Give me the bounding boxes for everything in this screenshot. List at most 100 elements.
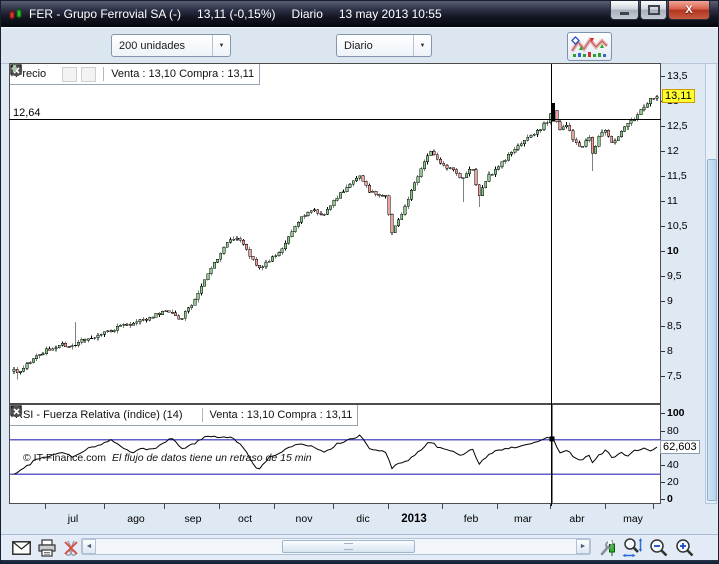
time-axis-tick [219, 504, 220, 509]
window-title: FER - Grupo Ferrovial SA (-) 13,11 (-0,1… [29, 1, 458, 27]
scroll-left-icon[interactable]: ◄ [82, 539, 96, 554]
rsi-panel-title: RSI - Fuerza Relativa (índice) (14) [15, 409, 183, 421]
vertical-scrollbar-thumb[interactable] [707, 159, 717, 501]
chevron-down-icon[interactable]: ▼ [212, 35, 230, 56]
minimize-button[interactable] [610, 1, 639, 20]
month-label: oct [238, 513, 252, 525]
rsi-axis-tick-label: 40 [661, 459, 679, 471]
crosshair-vertical-line [551, 64, 552, 506]
price-axis-tick-label: 11,5 [661, 170, 687, 182]
price-axis[interactable]: 13,51312,51211,51110,5109,598,587,5 [661, 63, 705, 404]
scissors-disabled-icon [62, 539, 80, 557]
rsi-axis-tick-label: 100 [661, 407, 685, 419]
rsi-current-value: 62,603 [660, 440, 700, 454]
rsi-axis-tick-label: 20 [661, 476, 679, 488]
candlestick-chart [10, 64, 660, 403]
maximize-icon [648, 5, 660, 15]
price-axis-tick-label: 11 [661, 195, 678, 207]
window-bottom-frame [1, 560, 719, 564]
units-dropdown[interactable]: 200 unidades ▼ [111, 34, 231, 57]
maximize-button[interactable] [640, 1, 667, 20]
time-axis[interactable]: jul ago sep oct nov dic 2013 feb mar abr may [9, 504, 717, 532]
time-axis-tick [388, 504, 389, 509]
month-label: may [623, 513, 643, 525]
zoom-in-icon [675, 538, 695, 558]
price-axis-tick-label: 10 [661, 245, 679, 257]
month-label: ago [127, 513, 145, 525]
bid-ask-quote: Venta : 13,10 Compra : 13,11 [210, 409, 353, 421]
month-label: dic [356, 513, 369, 525]
title-datetime: 13 may 2013 10:55 [339, 7, 442, 21]
scrollbar-grip [344, 543, 353, 550]
time-axis-tick [605, 504, 606, 509]
price-axis-tick-label: 8 [661, 345, 673, 357]
app-window: FER - Grupo Ferrovial SA (-) 13,11 (-0,1… [0, 0, 719, 564]
month-label: jul [68, 513, 79, 525]
month-label: sep [185, 513, 202, 525]
title-period: Diario [292, 7, 323, 21]
zoom-in-button[interactable] [673, 537, 697, 558]
zoom-fit-icon [622, 537, 644, 558]
period-dropdown[interactable]: Diario ▼ [336, 34, 432, 57]
adjust-chart-button[interactable] [597, 537, 621, 558]
month-label: abr [569, 513, 584, 525]
scroll-right-icon[interactable]: ► [576, 539, 590, 554]
rsi-axis[interactable]: 1008040200 [661, 404, 705, 504]
month-label: mar [514, 513, 532, 525]
move-pane-up-icon[interactable] [81, 67, 96, 82]
title-bar[interactable]: FER - Grupo Ferrovial SA (-) 13,11 (-0,1… [1, 1, 719, 27]
zoom-fit-button[interactable] [621, 537, 645, 558]
price-axis-tick-label: 8,5 [661, 320, 682, 332]
printer-icon [37, 539, 57, 557]
close-icon: X [685, 4, 692, 16]
price-chart-panel[interactable]: Precio Venta : 13,10 Compra : 13,11 © IT… [9, 63, 661, 404]
price-axis-tick-label: 12 [661, 145, 679, 157]
zoom-out-icon [649, 538, 669, 558]
copyright-notice: © IT-Finance.comEl flujo de datos tiene … [23, 452, 312, 464]
bid-ask-quote: Venta : 13,10 Compra : 13,11 [111, 68, 254, 80]
price-axis-tick-label: 7,5 [661, 370, 682, 382]
price-axis-tick-label: 12,5 [661, 120, 687, 132]
move-pane-down-icon[interactable] [62, 67, 77, 82]
header-separator [103, 67, 104, 81]
print-button[interactable] [35, 537, 59, 558]
time-axis-tick [274, 504, 275, 509]
horizontal-scrollbar-thumb[interactable] [282, 540, 415, 553]
crosshair-price-label: 12,64 [13, 107, 41, 119]
last-price-tag: 13,11 [662, 89, 695, 103]
units-dropdown-value: 200 unidades [112, 40, 212, 52]
price-panel-header: Precio Venta : 13,10 Compra : 13,11 [10, 64, 260, 85]
rsi-axis-tick-label: 80 [661, 425, 679, 437]
chevron-down-icon[interactable]: ▼ [413, 35, 431, 56]
horizontal-scrollbar[interactable]: ◄ ► [81, 538, 591, 555]
time-axis-tick [104, 504, 105, 509]
title-price: 13,11 (-0,15%) [197, 7, 276, 21]
time-axis-tick [333, 504, 334, 509]
title-symbol: FER - Grupo Ferrovial SA (-) [29, 7, 181, 21]
month-label: nov [296, 513, 313, 525]
time-axis-tick [442, 504, 443, 509]
month-label: 2013 [401, 513, 427, 525]
bottom-toolbar: ◄ ► [1, 534, 719, 561]
candlestick-logo-icon [8, 6, 24, 22]
time-axis-tick [497, 504, 498, 509]
chart-style-button[interactable] [567, 32, 612, 61]
chart-style-icon [571, 36, 608, 58]
period-dropdown-value: Diario [337, 40, 413, 52]
price-axis-tick-label: 9,5 [661, 270, 682, 282]
email-button[interactable] [9, 537, 33, 558]
price-axis-tick-label: 13,5 [661, 70, 687, 82]
candle-wrench-icon [599, 538, 619, 558]
provider-name: © IT-Finance.com [23, 452, 106, 464]
crosshair-horizontal-line [9, 119, 661, 120]
month-label: feb [464, 513, 479, 525]
price-axis-tick-label: 9 [661, 295, 673, 307]
close-button[interactable]: X [668, 1, 710, 20]
email-icon [12, 541, 31, 555]
minimize-icon [620, 12, 629, 15]
zoom-out-button[interactable] [647, 537, 671, 558]
price-axis-tick-label: 10,5 [661, 220, 687, 232]
cut-disabled-button[interactable] [59, 537, 83, 558]
rsi-panel-header: RSI - Fuerza Relativa (índice) (14) Vent… [10, 405, 358, 426]
vertical-scrollbar[interactable] [705, 63, 717, 504]
